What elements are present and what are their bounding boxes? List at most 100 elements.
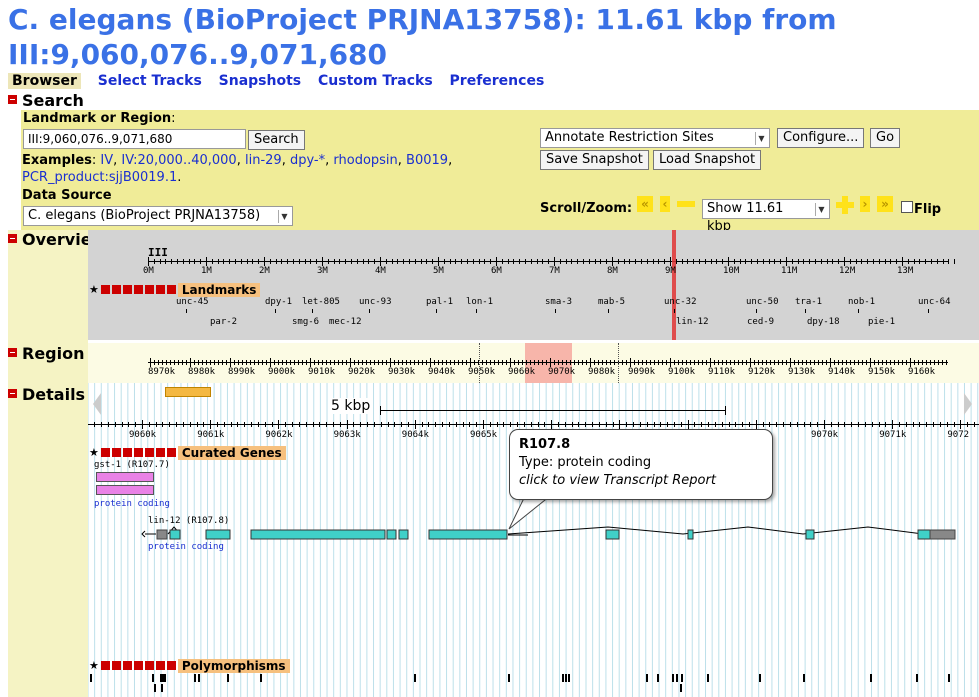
overview-minor-tick	[153, 259, 155, 264]
download-icon[interactable]	[155, 661, 165, 670]
region-minor-tick	[358, 360, 359, 365]
details-tick	[892, 420, 894, 429]
details-minor-tick	[558, 422, 560, 427]
example-link[interactable]: IV	[100, 153, 113, 168]
landmark-mark	[756, 309, 757, 313]
share-icon[interactable]	[122, 661, 132, 670]
tab-snapshots[interactable]: Snapshots	[219, 73, 301, 89]
overview-tick	[612, 257, 613, 266]
pan-right-icon[interactable]	[964, 393, 972, 415]
region-section-header[interactable]: Region	[8, 344, 85, 364]
example-link[interactable]: rhodopsin	[333, 153, 397, 168]
region-panel[interactable]: 8970k 8980k 8990k 9000k 9010k 9020k 9030k 9040k…	[88, 343, 979, 383]
region-minor-tick	[602, 360, 603, 365]
overview-tick	[438, 257, 439, 266]
left-gutter	[8, 230, 88, 697]
overview-minor-tick	[896, 259, 898, 264]
share-icon[interactable]	[122, 448, 132, 457]
tooltip-action[interactable]: click to view Transcript Report	[519, 472, 763, 490]
tab-select-tracks[interactable]: Select Tracks	[98, 73, 202, 89]
details-minor-tick	[148, 422, 150, 427]
favorite-icon[interactable]: ★	[89, 447, 99, 458]
flip-checkbox[interactable]	[901, 201, 913, 213]
share-icon[interactable]	[122, 285, 132, 294]
download-icon[interactable]	[155, 448, 165, 457]
region-minor-tick	[530, 360, 531, 365]
region-tick	[430, 358, 431, 367]
overview-minor-tick	[815, 259, 816, 264]
region-minor-tick	[314, 360, 315, 365]
configure-icon[interactable]	[144, 448, 154, 457]
plugin-select[interactable]: Annotate Restriction Sites ▼	[540, 128, 770, 148]
info-icon[interactable]	[166, 285, 176, 294]
tab-browser[interactable]: Browser	[8, 73, 81, 89]
close-icon[interactable]	[111, 448, 121, 457]
gene-label[interactable]: gst-1 (R107.7)	[94, 460, 170, 470]
scroll-right-icon[interactable]: ›	[860, 196, 870, 212]
scroll-indicator[interactable]	[165, 387, 211, 397]
zoom-in-icon[interactable]	[836, 196, 854, 214]
region-minor-tick	[322, 360, 323, 365]
example-link[interactable]: B0019	[406, 153, 448, 168]
favorite-icon[interactable]: ★	[89, 284, 99, 295]
collapse-icon[interactable]	[8, 95, 17, 104]
gene-gst-1-transcript-1[interactable]	[96, 472, 154, 482]
region-minor-tick	[770, 360, 771, 365]
configure-icon[interactable]	[144, 285, 154, 294]
configure-icon[interactable]	[144, 661, 154, 670]
help-icon[interactable]	[133, 285, 143, 294]
landmark-input[interactable]: III:9,060,076..9,071,680	[23, 129, 246, 149]
example-link[interactable]: dpy-*	[290, 153, 325, 168]
region-minor-tick	[194, 360, 195, 365]
gene-gst-1-transcript-2[interactable]	[96, 485, 154, 495]
details-section-header[interactable]: Details	[8, 385, 85, 405]
region-minor-tick	[318, 360, 319, 365]
help-icon[interactable]	[133, 448, 143, 457]
collapse-icon[interactable]	[100, 448, 110, 457]
details-minor-tick	[946, 422, 948, 427]
region-minor-tick	[538, 360, 539, 365]
close-icon[interactable]	[111, 285, 121, 294]
details-tick-label: 9060k	[129, 430, 157, 440]
tab-preferences[interactable]: Preferences	[450, 73, 545, 89]
tab-custom-tracks[interactable]: Custom Tracks	[318, 73, 433, 89]
go-button[interactable]: Go	[870, 128, 901, 148]
scroll-left-icon[interactable]: ‹	[660, 196, 670, 212]
region-selection[interactable]	[525, 343, 572, 383]
nav-tabs: Browser Select Tracks Snapshots Custom T…	[8, 73, 556, 91]
close-icon[interactable]	[111, 661, 121, 670]
region-minor-tick	[238, 360, 239, 365]
search-button[interactable]: Search	[248, 130, 305, 150]
overview-minor-tick	[931, 259, 932, 264]
collapse-icon[interactable]	[100, 661, 110, 670]
example-link[interactable]: PCR_product:sjjB0019.1	[22, 170, 177, 185]
zoom-select[interactable]: Show 11.61 kbp ▼	[702, 199, 830, 234]
download-icon[interactable]	[155, 285, 165, 294]
details-minor-tick	[789, 422, 791, 427]
overview-minor-tick	[878, 259, 880, 264]
scroll-left-far-icon[interactable]: «	[637, 196, 653, 212]
region-minor-tick	[698, 360, 699, 365]
example-link[interactable]: lin-29	[245, 153, 282, 168]
configure-button[interactable]: Configure...	[777, 128, 865, 148]
details-minor-tick	[769, 422, 771, 427]
data-source-select[interactable]: C. elegans (BioProject PRJNA13758) ▼	[23, 206, 293, 226]
favorite-icon[interactable]: ★	[89, 660, 99, 671]
overview-panel[interactable]: III ★ Landmarks 0M 1M 2M 3M 4M 5M 6M 7M 8M 9M 10M 11…	[88, 230, 979, 340]
collapse-icon[interactable]	[8, 234, 17, 243]
info-icon[interactable]	[166, 448, 176, 457]
search-section-header[interactable]: Search	[8, 91, 84, 111]
load-snapshot-button[interactable]: Load Snapshot	[653, 150, 762, 170]
save-snapshot-button[interactable]: Save Snapshot	[540, 150, 649, 170]
example-link[interactable]: IV:20,000..40,000	[121, 153, 236, 168]
scroll-right-far-icon[interactable]: »	[877, 196, 893, 212]
pan-left-icon[interactable]	[93, 393, 101, 415]
info-icon[interactable]	[166, 661, 176, 670]
details-minor-tick	[523, 422, 525, 427]
help-icon[interactable]	[133, 661, 143, 670]
zoom-out-icon[interactable]	[677, 196, 695, 212]
collapse-icon[interactable]	[100, 285, 110, 294]
transcript-tooltip[interactable]: R107.8 Type: protein coding click to vie…	[509, 429, 773, 500]
collapse-icon[interactable]	[8, 348, 17, 357]
collapse-icon[interactable]	[8, 389, 17, 398]
